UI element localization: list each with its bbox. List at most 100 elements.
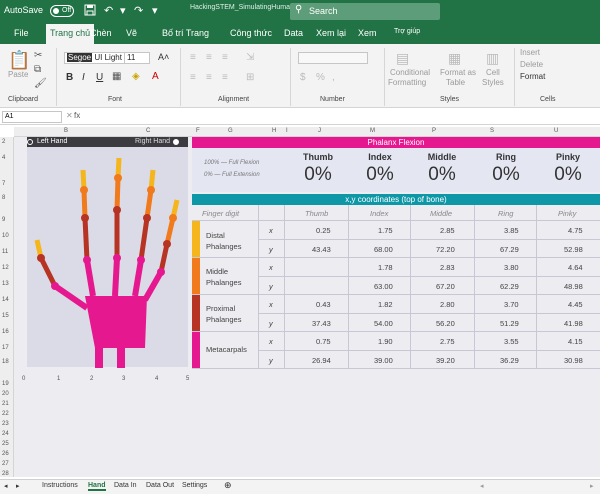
cell-value[interactable]: 67.29 bbox=[500, 245, 519, 254]
autosave-toggle[interactable]: Off bbox=[50, 5, 74, 17]
bold-button[interactable]: B bbox=[66, 72, 73, 83]
align-center-icon[interactable]: ≡ bbox=[206, 72, 212, 83]
row-header[interactable]: 16 bbox=[2, 329, 9, 335]
cell-value[interactable]: 48.98 bbox=[564, 282, 583, 291]
scroll-left-icon[interactable]: ◂ bbox=[480, 482, 484, 490]
format-as-table-label[interactable]: Format as bbox=[440, 68, 476, 77]
cell-value[interactable]: 30.98 bbox=[564, 356, 583, 365]
save-icon[interactable] bbox=[84, 4, 96, 20]
cell-value[interactable]: 1.82 bbox=[378, 300, 393, 309]
sheet-tab-instructions[interactable]: Instructions bbox=[42, 482, 78, 489]
row-header[interactable]: 23 bbox=[2, 421, 9, 427]
cell-styles-icon[interactable]: ▥ bbox=[486, 50, 499, 67]
cell-value[interactable]: 0.43 bbox=[316, 300, 331, 309]
cell-styles-label2[interactable]: Styles bbox=[482, 78, 504, 87]
cell-value[interactable]: 0.75 bbox=[316, 337, 331, 346]
align-left-icon[interactable]: ≡ bbox=[190, 72, 196, 83]
column-header[interactable]: B bbox=[64, 128, 68, 134]
fill-color-icon[interactable]: ◈ bbox=[132, 71, 140, 82]
format-painter-icon[interactable]: 🖌 bbox=[34, 78, 47, 89]
cell-value[interactable]: 4.45 bbox=[568, 300, 583, 309]
tab-file[interactable]: File bbox=[14, 28, 29, 38]
cell-value[interactable]: 1.78 bbox=[378, 263, 393, 272]
row-header[interactable]: 11 bbox=[2, 249, 8, 255]
align-bottom-icon[interactable]: ≡ bbox=[222, 52, 228, 63]
cell-value[interactable]: 3.55 bbox=[504, 337, 519, 346]
sheet-tab-hand[interactable]: Hand bbox=[88, 482, 106, 491]
column-header[interactable]: C bbox=[146, 128, 150, 134]
font-size-box[interactable]: 11 bbox=[124, 52, 150, 64]
cell-value[interactable]: 43.43 bbox=[312, 245, 331, 254]
tab-formulas[interactable]: Công thức bbox=[230, 28, 272, 38]
column-header[interactable]: F bbox=[196, 128, 200, 134]
left-hand-label[interactable]: Left Hand bbox=[37, 138, 67, 145]
tab-home[interactable]: Trang chủ bbox=[46, 24, 95, 44]
underline-button[interactable]: U bbox=[96, 72, 103, 83]
cell-value[interactable]: 4.15 bbox=[568, 337, 583, 346]
wrap-text-icon[interactable]: ⇲ bbox=[246, 52, 254, 63]
sheet-tab-settings[interactable]: Settings bbox=[182, 482, 207, 489]
cell-value[interactable]: 39.00 bbox=[374, 356, 393, 365]
cell-value[interactable]: 36.29 bbox=[500, 356, 519, 365]
cell-value[interactable]: 72.20 bbox=[436, 245, 455, 254]
column-header[interactable]: J bbox=[318, 128, 321, 134]
cell-value[interactable]: 2.83 bbox=[440, 263, 455, 272]
cell-value[interactable]: 2.80 bbox=[440, 300, 455, 309]
cancel-icon[interactable]: ✕ bbox=[66, 111, 73, 120]
currency-icon[interactable]: $ bbox=[300, 72, 306, 83]
cell-value[interactable]: 1.75 bbox=[378, 226, 393, 235]
sheet-tab-data-in[interactable]: Data In bbox=[114, 482, 137, 489]
conditional-formatting-label[interactable]: Conditional bbox=[390, 68, 430, 77]
tab-help[interactable]: Trợ giúp bbox=[394, 28, 420, 35]
cell-value[interactable]: 3.85 bbox=[504, 226, 519, 235]
row-header[interactable]: 21 bbox=[2, 401, 9, 407]
percent-icon[interactable]: % bbox=[316, 72, 325, 83]
cut-icon[interactable]: ✂ bbox=[34, 50, 42, 61]
sheet-tab-data-out[interactable]: Data Out bbox=[146, 482, 174, 489]
column-header[interactable]: U bbox=[554, 128, 558, 134]
cell-value[interactable]: 56.20 bbox=[436, 319, 455, 328]
align-top-icon[interactable]: ≡ bbox=[190, 52, 196, 63]
row-header[interactable]: 27 bbox=[2, 461, 9, 467]
italic-button[interactable]: I bbox=[82, 72, 85, 83]
row-header[interactable]: 26 bbox=[2, 451, 9, 457]
insert-cells-button[interactable]: Insert bbox=[520, 48, 540, 57]
font-color-icon[interactable]: A bbox=[152, 71, 159, 82]
conditional-formatting-icon[interactable]: ▤ bbox=[396, 50, 409, 67]
grow-font-icon[interactable]: A˄ bbox=[158, 52, 169, 62]
scroll-right-icon[interactable]: ▸ bbox=[590, 482, 594, 490]
row-header[interactable]: 4 bbox=[2, 155, 5, 161]
right-hand-label[interactable]: Right Hand bbox=[135, 138, 170, 145]
tab-review[interactable]: Xem lại bbox=[316, 28, 346, 38]
cell-value[interactable]: 63.00 bbox=[374, 282, 393, 291]
column-header[interactable]: G bbox=[228, 128, 233, 134]
borders-icon[interactable]: ▦ bbox=[112, 71, 121, 82]
format-as-table-label2[interactable]: Table bbox=[446, 78, 465, 87]
row-header[interactable]: 17 bbox=[2, 345, 9, 351]
cell-value[interactable]: 26.94 bbox=[312, 356, 331, 365]
row-header[interactable]: 22 bbox=[2, 411, 9, 417]
cell-value[interactable]: 51.29 bbox=[500, 319, 519, 328]
undo-dropdown-icon[interactable]: ▾ bbox=[120, 4, 126, 18]
format-cells-button[interactable]: Format bbox=[520, 72, 545, 81]
row-header[interactable]: 18 bbox=[2, 359, 9, 365]
cell-value[interactable]: 41.98 bbox=[564, 319, 583, 328]
cell-value[interactable]: 1.90 bbox=[378, 337, 393, 346]
cell-value[interactable]: 3.70 bbox=[504, 300, 519, 309]
copy-icon[interactable]: ⧉ bbox=[34, 64, 41, 75]
cell-value[interactable]: 52.98 bbox=[564, 245, 583, 254]
cell-value[interactable]: 54.00 bbox=[374, 319, 393, 328]
column-header[interactable]: H bbox=[272, 128, 276, 134]
number-format-box[interactable] bbox=[298, 52, 368, 64]
cell-styles-label[interactable]: Cell bbox=[486, 68, 500, 77]
cell-value[interactable]: 39.20 bbox=[436, 356, 455, 365]
row-header[interactable]: 15 bbox=[2, 313, 9, 319]
row-header[interactable]: 20 bbox=[2, 391, 9, 397]
row-header[interactable]: 25 bbox=[2, 441, 9, 447]
tab-view[interactable]: Xem bbox=[358, 28, 377, 38]
delete-cells-button[interactable]: Delete bbox=[520, 60, 543, 69]
search-box[interactable]: ⚲ Search bbox=[290, 3, 440, 20]
add-sheet-icon[interactable]: ⊕ bbox=[224, 480, 232, 491]
cell-value[interactable]: 0.25 bbox=[316, 226, 331, 235]
cell-value[interactable]: 67.20 bbox=[436, 282, 455, 291]
